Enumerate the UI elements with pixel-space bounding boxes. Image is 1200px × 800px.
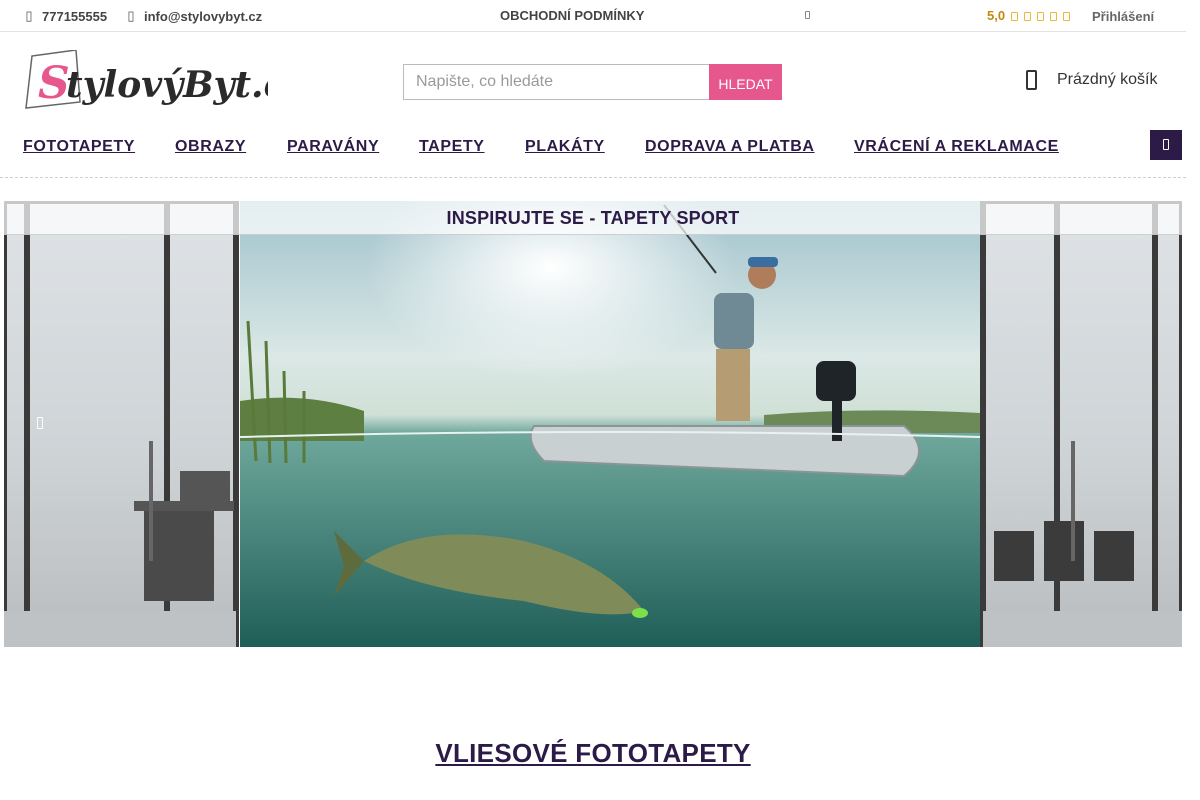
cart-icon bbox=[1026, 70, 1037, 90]
menu-toggle-button[interactable] bbox=[1150, 130, 1182, 160]
cart-label: Prázdný košík bbox=[1057, 71, 1158, 88]
search-input[interactable] bbox=[403, 64, 709, 100]
nav-item-fototapety[interactable]: FOTOTAPETY bbox=[23, 138, 135, 156]
phone-contact[interactable]: ▯ 777155555 bbox=[22, 8, 107, 24]
search-button[interactable]: HLEDAT bbox=[709, 64, 782, 100]
logo-graphic: S tylovýByt.cz bbox=[25, 49, 307, 109]
hero-banner[interactable]: INSPIRUJTE SE - TAPETY SPORT bbox=[4, 201, 1182, 647]
site-logo[interactable]: S tylovýByt.cz bbox=[24, 49, 307, 112]
nav-item-doprava-a-platba[interactable]: DOPRAVA A PLATBA bbox=[645, 138, 815, 156]
rating-stars bbox=[1011, 11, 1071, 21]
cart-link[interactable]: Prázdný košík bbox=[1026, 70, 1157, 90]
nav-item-vraceni-a-reklamace[interactable]: VRÁCENÍ A REKLAMACE bbox=[854, 138, 1059, 156]
top-bar: ▯ 777155555 ▯ info@stylovybyt.cz OBCHODN… bbox=[0, 0, 1186, 32]
star-icon bbox=[1037, 11, 1045, 21]
star-icon bbox=[1063, 11, 1071, 21]
login-link[interactable]: Přihlášení bbox=[1092, 9, 1154, 24]
search-form: HLEDAT bbox=[403, 64, 782, 100]
section-heading: VLIESOVÉ FOTOTAPETY bbox=[0, 738, 1186, 769]
hero-title: INSPIRUJTE SE - TAPETY SPORT bbox=[446, 208, 740, 228]
terms-link[interactable]: OBCHODNÍ PODMÍNKY bbox=[500, 8, 644, 23]
nav-item-obrazy[interactable]: OBRAZY bbox=[175, 138, 246, 156]
placeholder-icon bbox=[805, 11, 810, 19]
envelope-icon: ▯ bbox=[127, 8, 135, 23]
star-icon bbox=[1050, 11, 1058, 21]
menu-icon bbox=[1163, 139, 1169, 150]
nav-item-plakaty[interactable]: PLAKÁTY bbox=[525, 138, 605, 156]
phone-number: 777155555 bbox=[42, 8, 108, 24]
slider-prev-icon[interactable] bbox=[37, 417, 43, 429]
svg-text:tylovýByt.cz: tylovýByt.cz bbox=[66, 64, 268, 106]
rating-score: 5,0 bbox=[987, 8, 1006, 23]
hero-image bbox=[4, 201, 1182, 647]
phone-icon: ▯ bbox=[25, 8, 33, 23]
star-icon bbox=[1011, 11, 1019, 21]
nav-item-tapety[interactable]: TAPETY bbox=[419, 138, 485, 156]
store-rating[interactable]: 5,0 bbox=[987, 8, 1071, 23]
email-address: info@stylovybyt.cz bbox=[144, 8, 263, 24]
email-contact[interactable]: ▯ info@stylovybyt.cz bbox=[124, 8, 262, 24]
star-icon bbox=[1024, 11, 1032, 21]
main-navigation: FOTOTAPETY OBRAZY PARAVÁNY TAPETY PLAKÁT… bbox=[0, 130, 1186, 178]
svg-text:S: S bbox=[38, 58, 70, 109]
section-title-link[interactable]: VLIESOVÉ FOTOTAPETY bbox=[435, 738, 750, 768]
hero-title-bar: INSPIRUJTE SE - TAPETY SPORT bbox=[4, 201, 1182, 235]
nav-item-paravany[interactable]: PARAVÁNY bbox=[287, 138, 379, 156]
